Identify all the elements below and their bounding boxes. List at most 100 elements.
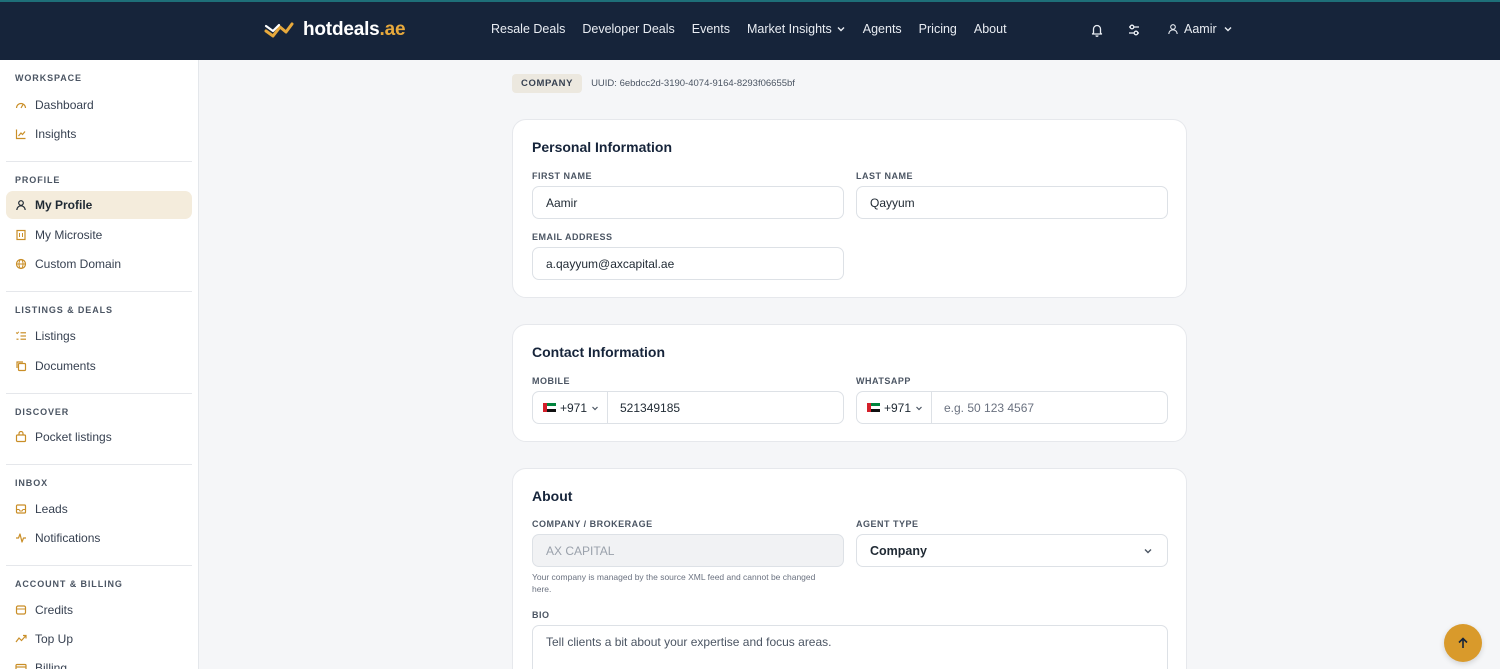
sidebar-item-my-microsite[interactable]: My Microsite [6, 221, 192, 249]
sidebar-heading-inbox: INBOX [15, 478, 49, 488]
sidebar-item-label: Dashboard [35, 98, 94, 112]
sidebar-heading-listings: LISTINGS & DEALS [15, 305, 113, 315]
sidebar-item-pocket-listings[interactable]: Pocket listings [6, 423, 192, 451]
about-card: About COMPANY / BROKERAGE AX CAPITAL You… [512, 468, 1187, 669]
globe-icon [15, 258, 27, 270]
sidebar-item-my-profile[interactable]: My Profile [6, 191, 192, 219]
email-label: EMAIL ADDRESS [532, 232, 613, 242]
main-nav: Resale Deals Developer Deals Events Mark… [491, 22, 1007, 36]
sidebar-item-label: Listings [35, 329, 76, 343]
email-field[interactable]: a.qayyum@axcapital.ae [532, 247, 844, 280]
mobile-field: +971 521349185 [532, 391, 844, 424]
sidebar-item-billing[interactable]: Billing [6, 654, 192, 669]
sidebar-item-leads[interactable]: Leads [6, 495, 192, 523]
nav-market-insights[interactable]: Market Insights [747, 22, 846, 36]
sidebar-divider [6, 393, 192, 394]
user-menu[interactable]: Aamir [1167, 22, 1234, 36]
bell-icon[interactable] [1089, 22, 1105, 38]
sidebar-divider [6, 291, 192, 292]
agent-type-label: AGENT TYPE [856, 519, 919, 529]
copy-icon [16, 361, 27, 372]
whatsapp-number-input[interactable]: e.g. 50 123 4567 [932, 392, 1167, 423]
bio-label: BIO [532, 610, 550, 620]
first-name-label: FIRST NAME [532, 171, 592, 181]
sidebar-divider [6, 464, 192, 465]
sidebar-item-label: Notifications [35, 531, 101, 545]
card-icon [15, 663, 27, 669]
company-field: AX CAPITAL [532, 534, 844, 567]
whatsapp-field: +971 e.g. 50 123 4567 [856, 391, 1168, 424]
user-icon [16, 200, 26, 211]
mobile-country-code: +971 [560, 400, 588, 415]
gauge-icon [15, 102, 27, 109]
chart-line-icon [15, 129, 26, 140]
account-type-badge: COMPANY [512, 74, 583, 93]
building-icon [16, 229, 26, 241]
list-icon [15, 331, 26, 340]
last-name-label: LAST NAME [856, 171, 913, 181]
bag-icon [15, 431, 27, 443]
nav-pricing[interactable]: Pricing [919, 22, 957, 36]
company-label: COMPANY / BROKERAGE [532, 519, 653, 529]
last-name-field[interactable]: Qayyum [856, 186, 1168, 219]
sidebar-item-label: Custom Domain [35, 257, 122, 271]
sidebar-item-credits[interactable]: Credits [6, 596, 192, 624]
personal-information-card: Personal Information FIRST NAME Aamir LA… [512, 119, 1187, 298]
sidebar-item-label: Top Up [35, 632, 74, 646]
sidebar: WORKSPACE Dashboard Insights PROFILE My … [0, 60, 199, 669]
coins-icon [15, 605, 27, 615]
first-name-field[interactable]: Aamir [532, 186, 844, 219]
filter-sliders-icon[interactable] [1126, 22, 1142, 38]
sidebar-item-label: Documents [35, 359, 96, 373]
whatsapp-country-code: +971 [884, 400, 912, 415]
arrow-up-icon [1458, 637, 1468, 648]
activity-icon [16, 533, 26, 543]
contact-information-card: Contact Information MOBILE +971 52134918… [512, 324, 1187, 442]
sidebar-item-label: Insights [35, 127, 77, 141]
sidebar-item-insights[interactable]: Insights [6, 120, 192, 148]
sidebar-divider [6, 565, 192, 566]
sidebar-item-label: My Microsite [35, 228, 103, 242]
whatsapp-label: WHATSAPP [856, 376, 911, 386]
sidebar-heading-profile: PROFILE [15, 175, 61, 185]
nav-agents[interactable]: Agents [863, 22, 902, 36]
profile-uuid: UUID: 6ebdcc2d-3190-4074-9164-8293f06655… [591, 78, 795, 89]
inbox-icon [15, 504, 27, 514]
chevron-down-icon [1224, 27, 1232, 32]
card-title: Personal Information [532, 139, 673, 155]
top-navbar: hotdeals.ae Resale Deals Developer Deals… [0, 0, 1500, 60]
brand-logo[interactable]: hotdeals.ae [264, 19, 406, 41]
sidebar-item-label: Billing [35, 661, 68, 669]
nav-about[interactable]: About [974, 22, 1007, 36]
sidebar-item-documents[interactable]: Documents [6, 352, 192, 380]
sidebar-item-notifications[interactable]: Notifications [6, 524, 192, 552]
nav-developer-deals[interactable]: Developer Deals [582, 22, 674, 36]
sidebar-heading-discover: DISCOVER [15, 407, 70, 417]
mobile-country-code-select[interactable]: +971 [533, 392, 608, 423]
sidebar-item-label: My Profile [35, 198, 93, 212]
uae-flag-icon [867, 403, 880, 412]
whatsapp-country-code-select[interactable]: +971 [857, 392, 932, 423]
user-name: Aamir [1184, 22, 1217, 36]
agent-type-select[interactable]: Company [856, 534, 1168, 567]
nav-resale-deals[interactable]: Resale Deals [491, 22, 565, 36]
sidebar-item-custom-domain[interactable]: Custom Domain [6, 250, 192, 278]
company-hint: Your company is managed by the source XM… [532, 572, 816, 594]
logo-mark-icon [264, 22, 294, 38]
chevron-down-icon [592, 406, 598, 410]
brand-name: hotdeals.ae [303, 19, 406, 40]
sidebar-item-top-up[interactable]: Top Up [6, 625, 192, 653]
agent-type-value: Company [870, 543, 927, 558]
scroll-to-top-button[interactable] [1444, 624, 1482, 662]
chevron-down-icon [1144, 548, 1152, 553]
nav-market-insights-label: Market Insights [746, 22, 832, 36]
sidebar-item-listings[interactable]: Listings [6, 322, 192, 350]
nav-events[interactable]: Events [692, 22, 730, 36]
mobile-number-input[interactable]: 521349185 [608, 392, 843, 423]
sidebar-heading-workspace: WORKSPACE [15, 73, 82, 83]
card-title: Contact Information [532, 344, 665, 360]
bio-textarea[interactable]: Tell clients a bit about your expertise … [532, 625, 1168, 669]
chevron-down-icon [916, 406, 922, 410]
sidebar-item-dashboard[interactable]: Dashboard [6, 91, 192, 119]
sidebar-item-label: Pocket listings [35, 430, 112, 444]
